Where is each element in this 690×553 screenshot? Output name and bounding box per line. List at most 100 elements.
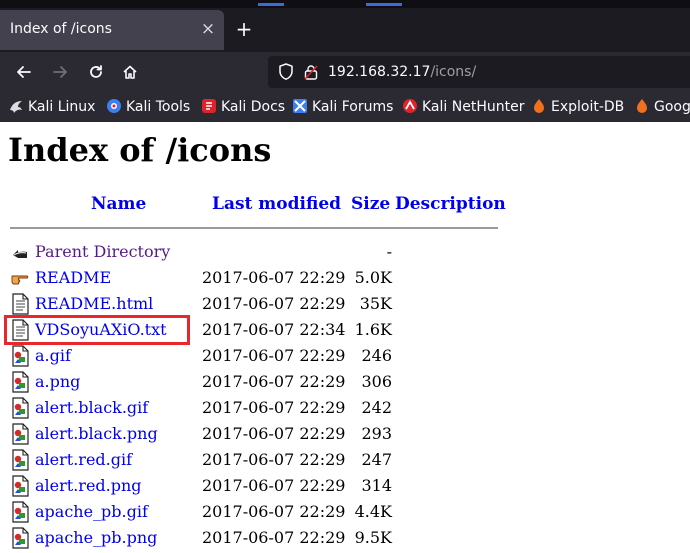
text-file-icon[interactable] (10, 293, 30, 315)
bookmark-kali-docs[interactable]: Kali Docs (201, 97, 285, 117)
kali-forums-icon (293, 99, 307, 113)
last-modified-cell: 2017-06-07 22:29 (202, 372, 346, 391)
size-cell: 246 (361, 346, 392, 365)
table-row: README 2017-06-07 22:29 5.0K (0, 265, 690, 291)
size-cell: 247 (361, 450, 392, 469)
image-file-icon[interactable] (10, 397, 30, 419)
tracking-protection-shield-icon[interactable] (278, 63, 294, 81)
image-file-icon[interactable] (10, 423, 30, 445)
address-bar[interactable]: 192.168.32.17/icons/ (268, 56, 690, 88)
file-link[interactable]: a.png (35, 372, 80, 391)
back-arrow-icon[interactable] (10, 241, 30, 263)
column-header-description[interactable]: Description (395, 194, 506, 214)
bookmarks-toolbar: Kali Linux Kali Tools Kali Docs Kali For… (0, 92, 690, 123)
image-file-icon[interactable] (10, 449, 30, 471)
size-cell: 35K (359, 294, 392, 313)
forward-button[interactable] (46, 59, 74, 85)
active-tab[interactable]: Index of /icons × (0, 10, 224, 50)
file-link[interactable]: a.gif (35, 346, 71, 365)
last-modified-cell: 2017-06-07 22:29 (202, 268, 346, 287)
last-modified-cell: 2017-06-07 22:29 (202, 528, 346, 547)
last-modified-cell: 2017-06-07 22:29 (202, 294, 346, 313)
tab-title: Index of /icons (10, 21, 112, 37)
last-modified-cell: 2017-06-07 22:29 (202, 398, 346, 417)
home-icon (123, 65, 137, 79)
url-path: /icons/ (430, 64, 477, 80)
image-file-icon[interactable] (10, 475, 30, 497)
header-divider (10, 227, 498, 229)
file-link[interactable]: alert.black.png (35, 424, 158, 443)
table-row: alert.black.png 2017-06-07 22:29 293 (0, 421, 690, 447)
kali-dragon-icon (10, 101, 22, 113)
size-cell: 9.5K (354, 528, 392, 547)
column-header-name[interactable]: Name (91, 194, 146, 214)
file-link[interactable]: Parent Directory (35, 242, 170, 261)
column-header-size[interactable]: Size (351, 194, 390, 214)
table-row: apache_pb.gif 2017-06-07 22:29 4.4K (0, 499, 690, 525)
bookmark-google-hacking-db[interactable]: Goog (634, 97, 690, 117)
file-link[interactable]: README.html (35, 294, 153, 313)
image-file-icon[interactable] (10, 371, 30, 393)
file-link[interactable]: apache_pb.png (35, 528, 157, 547)
last-modified-cell: 2017-06-07 22:29 (202, 424, 346, 443)
table-row: alert.red.png 2017-06-07 22:29 314 (0, 473, 690, 499)
size-cell: 4.4K (354, 502, 392, 521)
file-link[interactable]: alert.black.gif (35, 398, 148, 417)
kali-docs-icon (202, 99, 216, 113)
size-cell: 242 (361, 398, 392, 417)
table-row: README.html 2017-06-07 22:29 35K (0, 291, 690, 317)
reload-button[interactable] (82, 59, 110, 85)
table-row: a.png 2017-06-07 22:29 306 (0, 369, 690, 395)
table-row: alert.red.gif 2017-06-07 22:29 247 (0, 447, 690, 473)
size-cell: 293 (361, 424, 392, 443)
page-content: Index of /icons Name Last modified Size … (0, 122, 690, 549)
kali-tools-icon (107, 99, 121, 113)
size-cell: 314 (361, 476, 392, 495)
exploit-db-icon (534, 99, 544, 113)
column-header-last-modified[interactable]: Last modified (212, 194, 341, 214)
hand-pointer-icon[interactable] (10, 267, 30, 289)
image-file-icon[interactable] (10, 345, 30, 367)
image-file-icon[interactable] (10, 501, 30, 523)
google-hacking-db-icon (637, 99, 647, 113)
file-link[interactable]: README (35, 268, 111, 287)
table-row: Parent Directory - (0, 239, 690, 265)
table-row: alert.black.gif 2017-06-07 22:29 242 (0, 395, 690, 421)
last-modified-cell: 2017-06-07 22:29 (202, 502, 346, 521)
nethunter-icon (403, 99, 417, 113)
size-cell: 5.0K (354, 268, 392, 287)
last-modified-cell: 2017-06-07 22:29 (202, 346, 346, 365)
highlight-box (4, 315, 190, 345)
bookmark-kali-forums[interactable]: Kali Forums (292, 97, 393, 117)
table-row: apache_pb.png 2017-06-07 22:29 9.5K (0, 525, 690, 551)
url-host: 192.168.32.17 (328, 64, 431, 80)
bookmark-kali-nethunter[interactable]: Kali NetHunter (402, 97, 524, 117)
url-text[interactable]: 192.168.32.17/icons/ (328, 64, 476, 80)
new-tab-button[interactable]: + (232, 16, 256, 42)
navigation-toolbar: 192.168.32.17/icons/ (0, 52, 690, 92)
file-link[interactable]: alert.red.png (35, 476, 142, 495)
bookmark-kali-linux[interactable]: Kali Linux (8, 97, 95, 117)
size-cell: 306 (361, 372, 392, 391)
tab-indicator (258, 3, 284, 6)
file-link[interactable]: alert.red.gif (35, 450, 132, 469)
table-row: a.gif 2017-06-07 22:29 246 (0, 343, 690, 369)
size-cell: - (386, 242, 392, 261)
tab-indicator (366, 3, 402, 6)
page-title: Index of /icons (8, 131, 272, 169)
insecure-lock-icon[interactable] (304, 64, 318, 80)
tab-strip-top (0, 0, 690, 8)
back-arrow-icon (17, 66, 31, 78)
last-modified-cell: 2017-06-07 22:29 (202, 450, 346, 469)
forward-arrow-icon (53, 66, 67, 78)
close-tab-icon[interactable]: × (198, 18, 218, 40)
back-button[interactable] (10, 59, 38, 85)
image-file-icon[interactable] (10, 527, 30, 549)
bookmark-kali-tools[interactable]: Kali Tools (106, 97, 190, 117)
home-button[interactable] (116, 59, 144, 85)
reload-icon (90, 65, 102, 78)
file-link[interactable]: apache_pb.gif (35, 502, 148, 521)
last-modified-cell: 2017-06-07 22:34 (202, 320, 346, 339)
bookmark-exploit-db[interactable]: Exploit-DB (531, 97, 624, 117)
size-cell: 1.6K (354, 320, 392, 339)
